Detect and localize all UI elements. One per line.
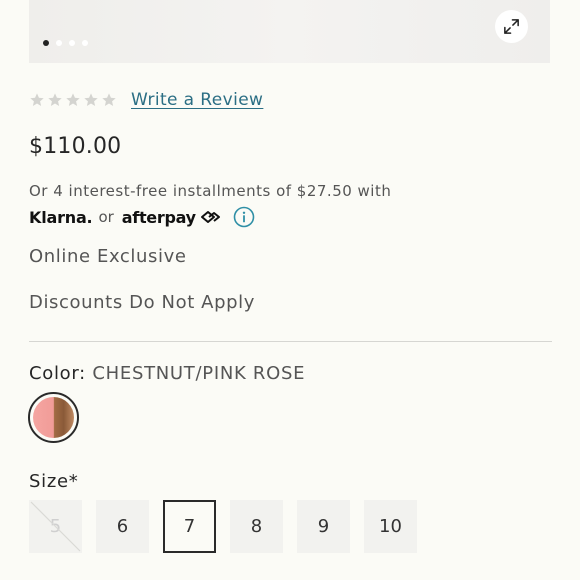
payment-options-row: Klarna. or afterpay — [29, 205, 255, 229]
color-swatch-chestnut-pink-rose[interactable] — [28, 392, 79, 443]
color-value: CHESTNUT/PINK ROSE — [92, 363, 306, 384]
expand-arrows-icon — [504, 19, 519, 34]
gallery-dot-3[interactable] — [69, 40, 75, 46]
size-option-label: 10 — [379, 516, 402, 537]
size-option-label: 9 — [317, 516, 330, 537]
rating-row: Write a Review — [29, 90, 263, 110]
gallery-dot-4[interactable] — [82, 40, 88, 46]
star-icon — [102, 93, 116, 106]
star-rating — [29, 92, 117, 108]
payment-or-text: or — [98, 208, 114, 226]
online-exclusive-badge: Online Exclusive — [29, 246, 187, 267]
discounts-notice: Discounts Do Not Apply — [29, 292, 255, 313]
gallery-dot-1[interactable] — [43, 40, 49, 46]
star-icon — [84, 93, 98, 106]
size-option-label: 7 — [183, 516, 196, 537]
color-label: Color: — [29, 363, 86, 384]
size-option-label: 8 — [250, 516, 263, 537]
star-icon — [66, 93, 80, 106]
size-options: 5 6 7 8 9 10 — [29, 500, 417, 553]
size-option-5[interactable]: 5 — [29, 500, 82, 553]
star-icon — [48, 93, 62, 106]
expand-image-button[interactable] — [495, 10, 528, 43]
installments-text: Or 4 interest-free installments of $27.5… — [29, 182, 392, 200]
size-option-label: 6 — [116, 516, 129, 537]
gallery-dot-2[interactable] — [56, 40, 62, 46]
size-option-10[interactable]: 10 — [364, 500, 417, 553]
size-label: Size* — [29, 471, 79, 492]
write-review-link[interactable]: Write a Review — [131, 90, 263, 110]
unavailable-slash-icon — [30, 501, 81, 552]
afterpay-logo[interactable]: afterpay — [122, 208, 196, 227]
klarna-logo[interactable]: Klarna. — [29, 208, 93, 227]
gallery-pagination-dots — [43, 40, 88, 46]
star-icon — [30, 93, 44, 106]
color-swatch-image — [33, 397, 74, 438]
section-divider — [29, 341, 552, 342]
size-option-6[interactable]: 6 — [96, 500, 149, 553]
size-option-8[interactable]: 8 — [230, 500, 283, 553]
product-details: Write a Review $110.00 Or 4 interest-fre… — [0, 0, 580, 580]
product-price: $110.00 — [29, 134, 122, 159]
size-option-9[interactable]: 9 — [297, 500, 350, 553]
product-image-gallery[interactable] — [29, 0, 550, 63]
size-option-7[interactable]: 7 — [163, 500, 216, 553]
afterpay-arrows-icon — [200, 211, 220, 223]
color-selection-label: Color: CHESTNUT/PINK ROSE — [29, 363, 305, 384]
info-icon[interactable] — [233, 206, 255, 228]
